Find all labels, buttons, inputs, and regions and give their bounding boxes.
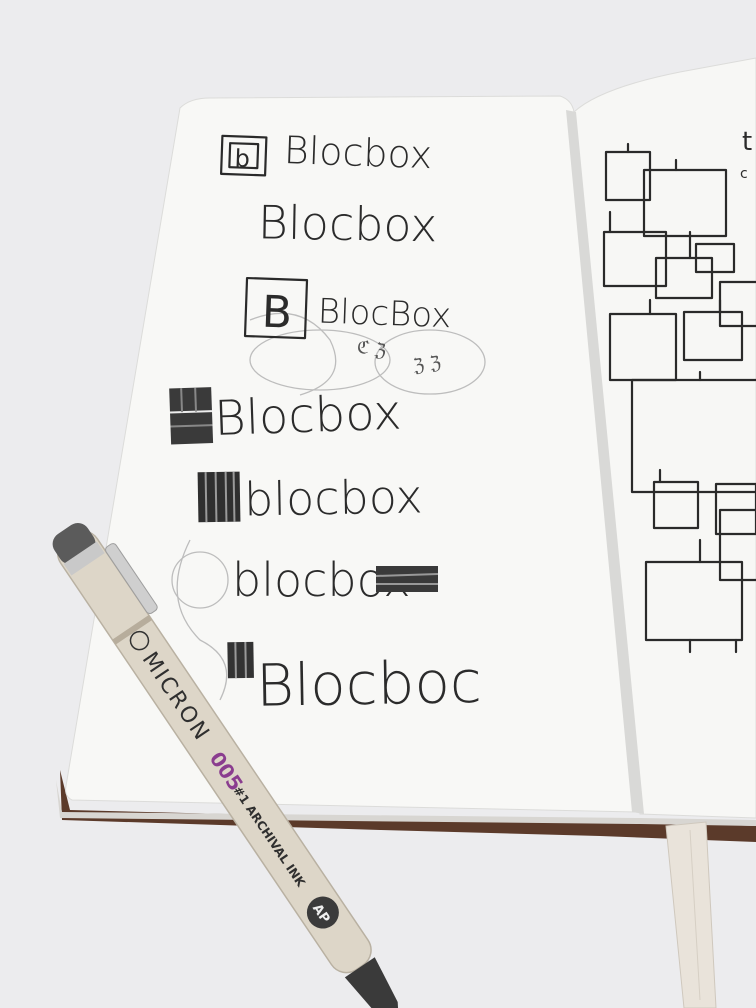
sketch-icon-letter-b: b bbox=[234, 144, 250, 173]
photo-scene: ℭ ℨ ℨ ℨ b Blocbox Blocbox B BlocBox Bloc… bbox=[0, 0, 756, 1008]
logo-sketch-4: Blocbox bbox=[169, 384, 402, 447]
svg-text:t: t bbox=[742, 127, 752, 157]
sketch-text-3: BlocBox bbox=[317, 292, 452, 337]
sketch-text-1: Blocbox bbox=[283, 128, 433, 177]
logo-sketch-6: blocbox bbox=[232, 553, 439, 607]
striped-block-icon bbox=[197, 471, 241, 523]
logo-sketch-5: blocbox bbox=[197, 469, 423, 526]
svg-text:ℨ ℨ: ℨ ℨ bbox=[412, 352, 443, 377]
hatched-block-icon bbox=[169, 387, 214, 445]
sketch-text-5: blocbox bbox=[244, 469, 423, 526]
sketch-text-4: Blocbox bbox=[213, 384, 402, 447]
scribbled-block bbox=[376, 566, 438, 592]
logo-sketch-2: Blocbox bbox=[257, 195, 437, 252]
small-block-icon bbox=[227, 641, 254, 679]
sketch-text-2: Blocbox bbox=[257, 195, 437, 252]
sketch-text-7: Blocboc bbox=[255, 648, 482, 720]
svg-text:c: c bbox=[740, 166, 748, 182]
sketch-icon-letter-B: B bbox=[261, 287, 293, 339]
